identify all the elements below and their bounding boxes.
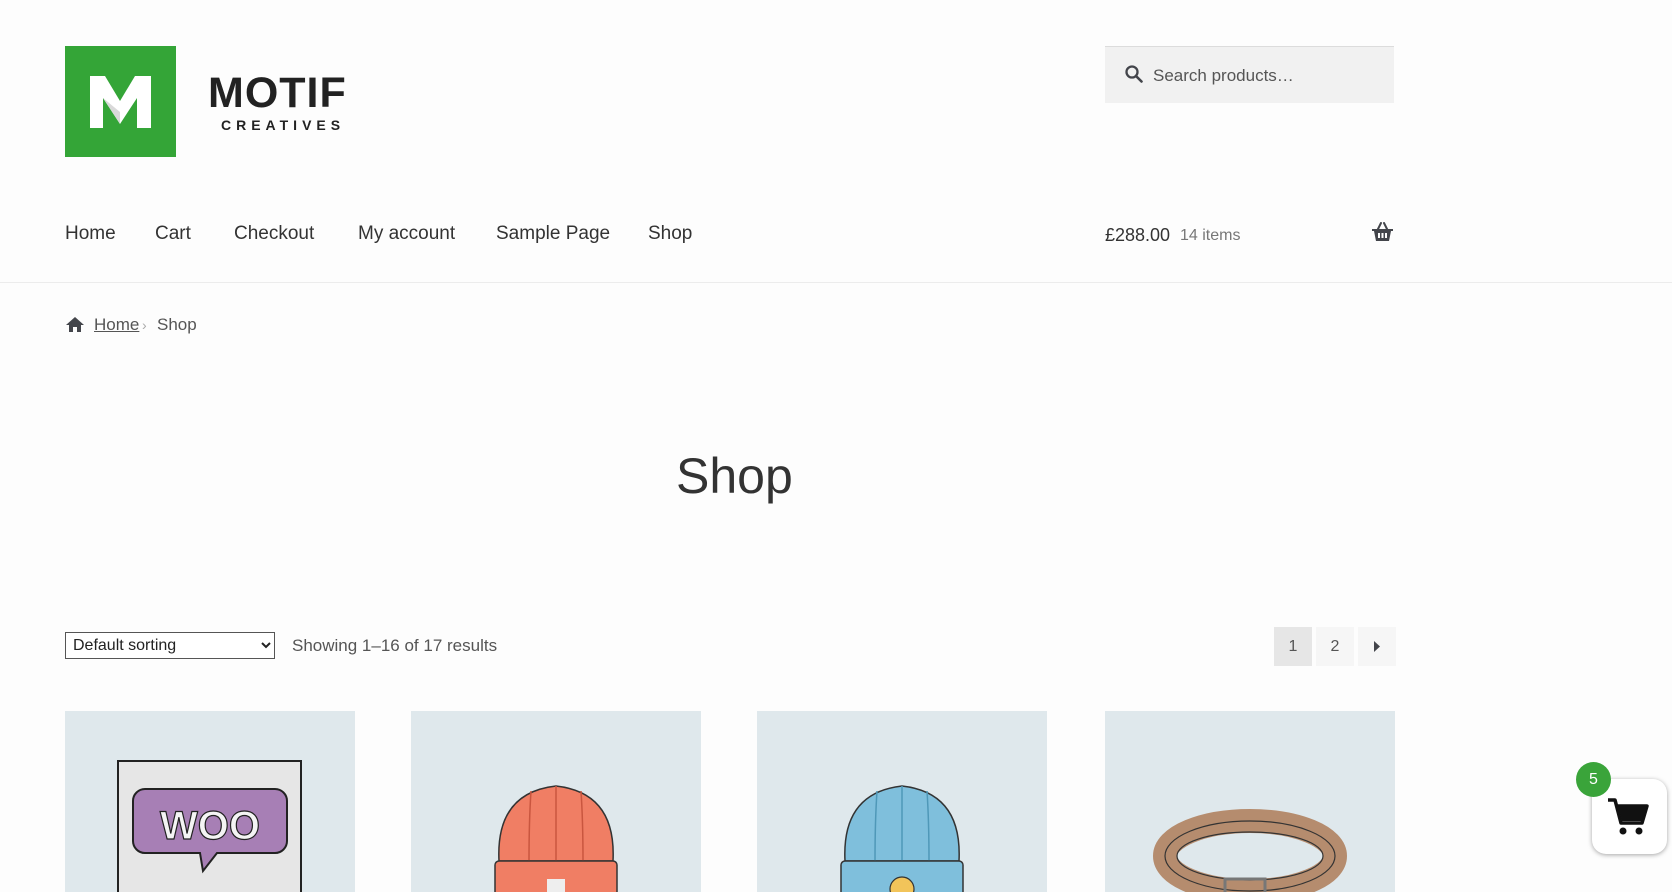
header-cart-total[interactable]: £288.00: [1105, 223, 1170, 247]
search-icon: [1125, 65, 1143, 88]
header-cart-count[interactable]: 14 items: [1180, 225, 1240, 247]
search-input[interactable]: [1151, 61, 1385, 91]
caret-right-icon: [1373, 638, 1381, 655]
nav-item-checkout[interactable]: Checkout: [234, 222, 314, 246]
woo-poster-icon: WOO: [117, 760, 302, 892]
leather-belt-icon: [1153, 809, 1347, 892]
orange-beanie-icon: [494, 785, 618, 892]
product-search: [1105, 46, 1394, 103]
logo-mark-icon: [90, 76, 151, 128]
page-number-current: 1: [1274, 627, 1312, 666]
cart-icon: [1608, 798, 1649, 835]
sorting-select[interactable]: Default sorting: [65, 632, 275, 659]
svg-text:WOO: WOO: [160, 804, 260, 848]
breadcrumb-separator: ›: [142, 317, 147, 333]
result-count: Showing 1–16 of 17 results: [292, 636, 498, 655]
nav-item-my-account[interactable]: My account: [358, 222, 455, 246]
page-number-link[interactable]: 2: [1316, 627, 1354, 666]
product-image-leather-belt[interactable]: [1105, 711, 1395, 892]
product-image-woo-poster[interactable]: WOO: [65, 711, 355, 892]
next-page-button[interactable]: [1358, 627, 1396, 666]
brand-name: MOTIF: [208, 69, 347, 117]
brand-subtitle: CREATIVES: [221, 117, 346, 133]
nav-item-cart[interactable]: Cart: [155, 222, 191, 246]
breadcrumb-home-link[interactable]: Home: [94, 314, 139, 336]
product-image-orange-beanie[interactable]: [411, 711, 701, 892]
nav-item-home[interactable]: Home: [65, 222, 116, 246]
basket-icon[interactable]: [1371, 222, 1394, 247]
nav-item-shop[interactable]: Shop: [648, 222, 692, 246]
home-icon: [65, 316, 85, 338]
page-title: Shop: [676, 448, 793, 504]
header-divider: [0, 282, 1672, 283]
blue-beanie-icon: [840, 785, 964, 892]
cart-count-badge: 5: [1576, 762, 1611, 797]
breadcrumb-current: Shop: [157, 315, 197, 334]
product-image-blue-beanie[interactable]: [757, 711, 1047, 892]
site-logo[interactable]: [65, 46, 176, 157]
nav-item-sample-page[interactable]: Sample Page: [496, 222, 610, 246]
